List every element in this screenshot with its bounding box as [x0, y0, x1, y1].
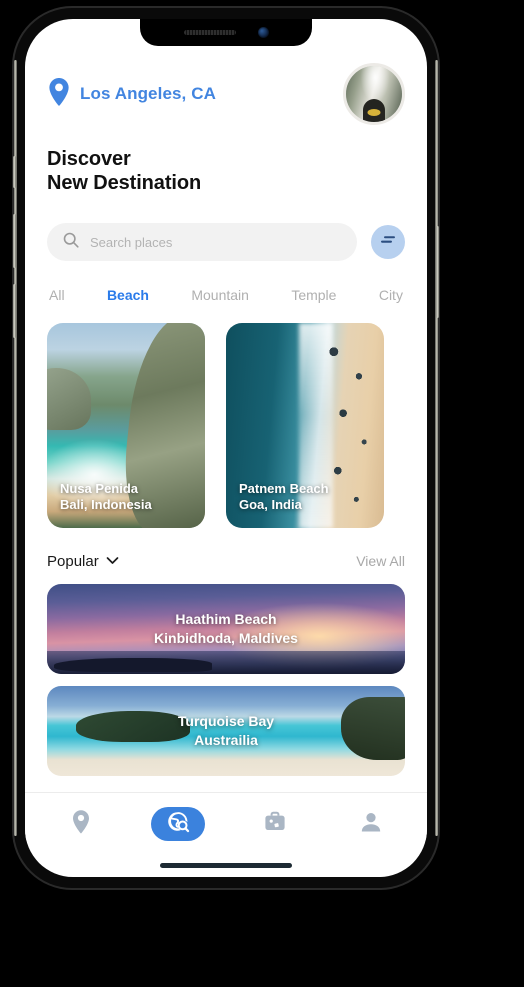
popular-name: Turquoise Bay: [177, 713, 275, 730]
page-title-line1: Discover: [47, 148, 131, 170]
search-row: Search places: [47, 223, 405, 261]
speaker-grille-icon: [183, 30, 236, 35]
popular-section-header: Popular View All: [47, 552, 405, 570]
bottom-nav-divider: [25, 792, 427, 793]
popular-location: Kinbidhoda, Maldives: [154, 630, 298, 646]
destination-card[interactable]: Nusa Penida Bali, Indonesia: [47, 323, 205, 528]
tab-all[interactable]: All: [49, 287, 65, 303]
page-title-line2: New Destination: [47, 172, 202, 194]
map-pin-icon: [71, 809, 91, 839]
tab-city[interactable]: City: [379, 287, 403, 303]
tab-temple[interactable]: Temple: [291, 287, 336, 303]
popular-caption: Haathim Beach Kinbidhoda, Maldives: [47, 584, 405, 674]
category-tabs: All Beach Mountain Temple City: [47, 287, 405, 303]
location-selector[interactable]: Los Angeles, CA: [47, 77, 216, 112]
destination-name: Patnem Beach: [239, 480, 329, 496]
avatar-hat: [367, 109, 381, 116]
person-icon: [360, 811, 382, 838]
map-pin-icon: [47, 77, 71, 112]
popular-name: Haathim Beach: [175, 611, 277, 628]
popular-location: Austrailia: [194, 732, 258, 748]
destination-card-list: Nusa Penida Bali, Indonesia Patnem Beach…: [47, 323, 405, 528]
briefcase-icon: [263, 811, 287, 838]
filter-button[interactable]: [371, 225, 405, 259]
tab-beach[interactable]: Beach: [107, 287, 149, 303]
destination-location: Goa, India: [239, 497, 302, 513]
popular-dropdown[interactable]: Popular: [47, 552, 119, 570]
view-all-link[interactable]: View All: [356, 553, 405, 569]
tab-mountain[interactable]: Mountain: [191, 287, 249, 303]
destination-caption: Patnem Beach Goa, India: [239, 481, 374, 514]
nav-item-location[interactable]: [55, 807, 107, 841]
front-camera-icon: [257, 27, 269, 38]
nav-item-trips[interactable]: [249, 807, 301, 841]
location-label: Los Angeles, CA: [80, 84, 216, 103]
volume-up-button[interactable]: [13, 214, 16, 268]
nav-item-explore[interactable]: [151, 807, 205, 841]
chevron-down-icon: [106, 552, 119, 570]
device-notch: [140, 19, 312, 46]
search-icon: [63, 232, 79, 253]
power-button[interactable]: [436, 226, 439, 318]
popular-caption: Turquoise Bay Austrailia: [47, 686, 405, 776]
phone-frame: Los Angeles, CA Discover New Destination: [13, 8, 439, 888]
popular-card[interactable]: Haathim Beach Kinbidhoda, Maldives: [47, 584, 405, 674]
destination-location: Bali, Indonesia: [60, 497, 152, 513]
destination-caption: Nusa Penida Bali, Indonesia: [60, 481, 195, 514]
search-placeholder: Search places: [90, 234, 173, 250]
destination-card[interactable]: Patnem Beach Goa, India: [226, 323, 384, 528]
popular-card-list: Haathim Beach Kinbidhoda, Maldives Turqu…: [47, 584, 405, 776]
popular-title: Popular: [47, 552, 99, 570]
globe-search-icon: [166, 810, 190, 839]
nav-item-profile[interactable]: [345, 807, 397, 841]
avatar[interactable]: [343, 63, 405, 125]
volume-down-button[interactable]: [13, 284, 16, 338]
phone-screen: Los Angeles, CA Discover New Destination: [25, 19, 427, 877]
mute-switch[interactable]: [13, 156, 16, 188]
filter-sliders-icon: [379, 233, 397, 252]
app-content: Los Angeles, CA Discover New Destination: [25, 19, 427, 877]
search-input[interactable]: Search places: [47, 223, 357, 261]
bottom-nav: [25, 807, 427, 841]
top-bar: Los Angeles, CA: [47, 63, 405, 125]
popular-card[interactable]: Turquoise Bay Austrailia: [47, 686, 405, 776]
page-title: Discover New Destination: [47, 147, 405, 195]
destination-name: Nusa Penida: [60, 480, 139, 496]
home-indicator[interactable]: [160, 863, 292, 868]
